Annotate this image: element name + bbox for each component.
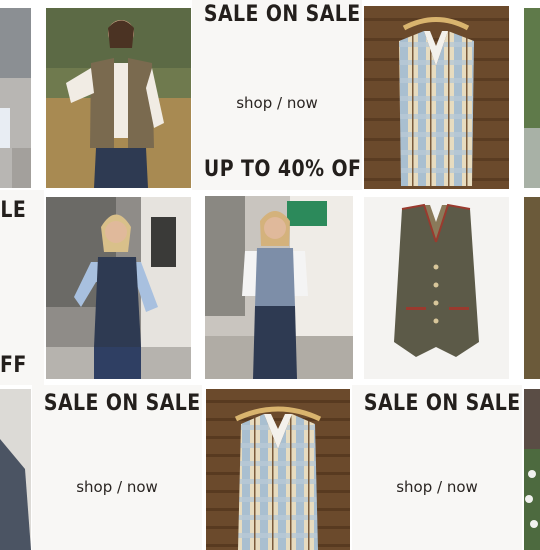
plaid-long-waistcoat-hanger[interactable]: [364, 6, 509, 189]
sale-headline: SALE ON SALE: [43, 391, 201, 416]
sale-headline-fragment: ALE: [0, 198, 27, 223]
model-grey-waistcoat-street[interactable]: [205, 196, 353, 379]
promo-discount-strip: UP TO 40% OFF: [192, 155, 362, 190]
wood-edge[interactable]: [524, 197, 540, 379]
tweed-edge-bottom[interactable]: [0, 389, 31, 550]
flowers-edge[interactable]: [524, 389, 540, 550]
shop-now-link[interactable]: shop / now: [352, 478, 522, 496]
model-brown-tweed-waistcoat[interactable]: [46, 8, 191, 188]
sale-headline: SALE ON SALE: [203, 2, 361, 27]
promo-tile-bottom-left[interactable]: SALE ON SALE shop / now: [32, 385, 202, 550]
shop-now-link[interactable]: shop / now: [32, 478, 202, 496]
discount-fragment: OFF: [0, 353, 27, 378]
plaid-waistcoat-hanger[interactable]: [206, 389, 350, 550]
discount-headline: UP TO 40% OFF: [203, 157, 362, 182]
street-photo-edge[interactable]: [0, 8, 31, 188]
sale-headline: SALE ON SALE: [363, 391, 521, 416]
promo-tile-left-edge[interactable]: ALE OFF: [0, 190, 44, 385]
model-navy-waistcoat-street[interactable]: [46, 197, 191, 379]
olive-tweed-waistcoat[interactable]: [364, 197, 509, 379]
green-edge[interactable]: [524, 8, 540, 188]
promo-tile-bottom-right[interactable]: SALE ON SALE shop / now: [352, 385, 522, 550]
shop-now-link[interactable]: shop / now: [192, 94, 362, 112]
